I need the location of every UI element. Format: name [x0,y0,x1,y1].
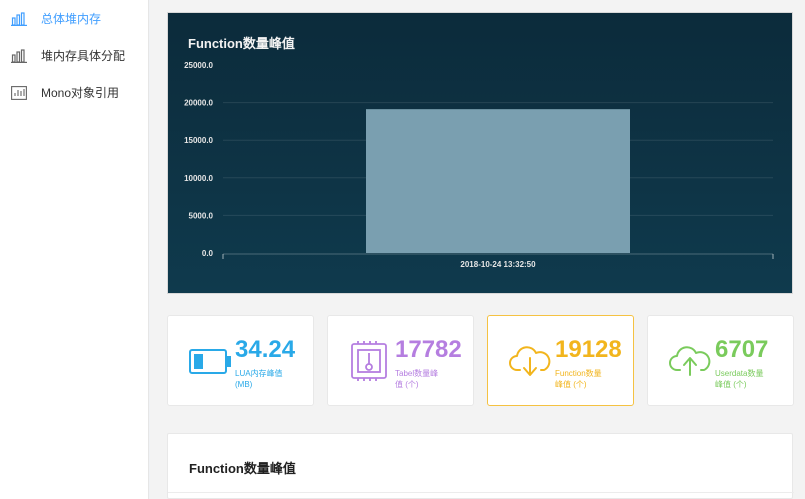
sidebar-item-label: 堆内存具体分配 [41,49,126,63]
battery-icon [188,340,232,384]
stat-value: 34.24 [235,336,296,363]
x-tick-label: 2018-10-24 13:32:50 [460,260,536,269]
stat-label: Function数量峰值 (个) [555,369,602,389]
stat-card-userdata-count[interactable]: 6707 Userdata数量峰值 (个) [647,315,794,406]
sidebar-item-label: 总体堆内存 [41,12,102,26]
function-peak-section: Function数量峰值 [167,433,794,499]
sidebar-item-heap-allocation[interactable]: 堆内存具体分配 [0,37,148,74]
chart-canvas: 25000.0 20000.0 15000.0 10000.0 5000.0 0.0 201… [184,61,774,269]
function-peak-chart: 25000.0 20000.0 15000.0 10000.0 5000.0 0.0 201… [167,12,793,294]
divider [168,492,794,493]
stat-card-lua-memory[interactable]: 34.24 LUA内存峰值 (MB) [167,315,314,406]
chart-title: Function数量峰值 [188,36,295,51]
stat-label: LUA内存峰值 (MB) [235,369,283,389]
sidebar: 总体堆内存 堆内存具体分配 Mono对象引用 [0,0,149,499]
main-content: 25000.0 20000.0 15000.0 10000.0 5000.0 0.0 201… [150,0,805,499]
stat-card-table-count[interactable]: 17782 Tabel数量峰值 (个) [327,315,474,406]
y-tick-label: 20000.0 [184,99,213,108]
cloud-upload-icon [668,340,712,384]
stat-card-function-count[interactable]: 19128 Function数量峰值 (个) [487,315,634,406]
cloud-download-icon [508,340,552,384]
stat-cards: 34.24 LUA内存峰值 (MB) 17782 Tabel数量峰值 (个) 1… [167,315,794,406]
stat-value: 19128 [555,336,622,363]
sidebar-item-label: Mono对象引用 [41,86,120,100]
chart-box-icon [11,85,27,100]
y-tick-label: 0.0 [202,249,214,258]
stat-value: 17782 [395,336,462,363]
stat-label: Userdata数量峰值 (个) [715,369,764,389]
bar-chart-icon [11,11,27,26]
stat-value: 6707 [715,336,769,363]
y-tick-label: 10000.0 [184,174,213,183]
y-tick-label: 5000.0 [189,211,214,220]
section-title: Function数量峰值 [189,461,296,476]
bar [366,109,630,253]
bar-chart-icon [11,48,27,63]
y-tick-label: 25000.0 [184,61,213,70]
sidebar-item-overall-heap[interactable]: 总体堆内存 [0,0,148,37]
stat-label: Tabel数量峰值 (个) [395,369,439,389]
thermometer-chip-icon [348,340,392,384]
y-tick-label: 15000.0 [184,136,213,145]
sidebar-item-mono-references[interactable]: Mono对象引用 [0,74,148,111]
